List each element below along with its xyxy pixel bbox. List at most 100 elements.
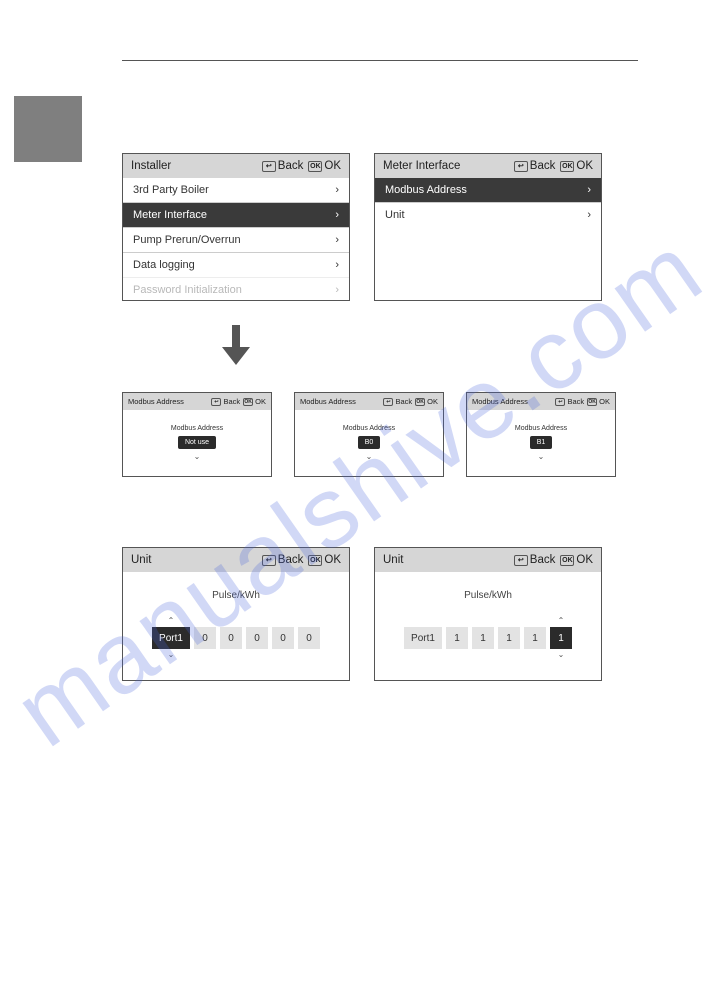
- digit-cell[interactable]: 0: [194, 627, 216, 649]
- digit-cell[interactable]: 1: [498, 627, 520, 649]
- back-label: Back: [567, 397, 584, 406]
- modbus-header: Modbus Address ↩Back OKOK: [295, 393, 443, 410]
- ok-button[interactable]: OKOK: [415, 397, 438, 406]
- list-item[interactable]: Unit ›: [375, 202, 601, 227]
- ok-button[interactable]: OKOK: [560, 554, 593, 566]
- list-item-label: Data logging: [133, 259, 195, 271]
- back-label: Back: [223, 397, 240, 406]
- chevron-down-icon[interactable]: ⌄: [366, 453, 373, 461]
- chevron-down-icon[interactable]: ⌄: [538, 453, 545, 461]
- back-label: Back: [395, 397, 412, 406]
- digit-cell[interactable]: 1: [550, 627, 572, 649]
- back-icon: ↩: [514, 555, 528, 566]
- modbus-value[interactable]: B1: [530, 436, 553, 449]
- port-stepper[interactable]: ⌃ Port1 ⌄: [152, 617, 190, 659]
- meter-interface-panel: Meter Interface ↩ Back OK OK Modbus Addr…: [374, 153, 602, 301]
- installer-header: Installer ↩ Back OK OK: [123, 154, 349, 178]
- digit-cell[interactable]: 1: [524, 627, 546, 649]
- modbus-value[interactable]: B0: [358, 436, 381, 449]
- chevron-right-icon: ›: [335, 234, 339, 246]
- unit-row: Port1 1 1 1 1 ⌃ 1 ⌄: [404, 617, 572, 659]
- modbus-header: Modbus Address ↩Back OKOK: [123, 393, 271, 410]
- chevron-up-icon[interactable]: ⌃: [168, 617, 175, 625]
- list-item[interactable]: 3rd Party Boiler ›: [123, 178, 349, 202]
- page-content: Installer ↩ Back OK OK 3rd Party Boiler …: [0, 0, 718, 721]
- ok-icon: OK: [308, 555, 322, 566]
- back-icon: ↩: [262, 161, 276, 172]
- side-tab: [14, 96, 82, 162]
- digit-cell[interactable]: 0: [272, 627, 294, 649]
- ok-button[interactable]: OK OK: [560, 160, 593, 172]
- back-button[interactable]: ↩Back: [262, 554, 304, 566]
- chevron-right-icon: ›: [335, 284, 339, 296]
- unit-header: Unit ↩Back OKOK: [123, 548, 349, 572]
- ok-icon: OK: [243, 398, 253, 406]
- chevron-right-icon: ›: [587, 184, 591, 196]
- ok-label: OK: [324, 160, 341, 172]
- digit-cell[interactable]: 1: [446, 627, 468, 649]
- ok-button[interactable]: OKOK: [243, 397, 266, 406]
- horizontal-rule: [122, 60, 638, 61]
- modbus-header: Modbus Address ↩Back OKOK: [467, 393, 615, 410]
- digit-cell[interactable]: 0: [298, 627, 320, 649]
- digit-cell[interactable]: 1: [472, 627, 494, 649]
- back-button[interactable]: ↩ Back: [262, 160, 304, 172]
- chevron-right-icon: ›: [335, 259, 339, 271]
- ok-icon: OK: [308, 161, 322, 172]
- back-button[interactable]: ↩Back: [383, 397, 412, 406]
- back-label: Back: [278, 554, 304, 566]
- digit-cell[interactable]: 0: [220, 627, 242, 649]
- chevron-down-icon[interactable]: ⌄: [194, 453, 201, 461]
- digit-stepper[interactable]: ⌃ 1 ⌄: [550, 617, 572, 659]
- back-label: Back: [530, 554, 556, 566]
- chevron-down-icon[interactable]: ⌄: [558, 651, 565, 659]
- chevron-down-icon[interactable]: ⌄: [168, 651, 175, 659]
- back-icon: ↩: [514, 161, 528, 172]
- list-item[interactable]: Modbus Address ›: [375, 178, 601, 202]
- digit-cell[interactable]: 0: [246, 627, 268, 649]
- modbus-title: Modbus Address: [300, 397, 356, 406]
- modbus-body: Modbus Address B0 ⌄: [295, 410, 443, 476]
- list-item-label: Unit: [385, 209, 405, 221]
- back-button[interactable]: ↩Back: [514, 554, 556, 566]
- list-item[interactable]: Pump Prerun/Overrun ›: [123, 227, 349, 252]
- modbus-title: Modbus Address: [128, 397, 184, 406]
- ok-label: OK: [576, 554, 593, 566]
- list-item[interactable]: Meter Interface ›: [123, 202, 349, 227]
- chevron-up-icon[interactable]: ⌃: [558, 617, 565, 625]
- back-button[interactable]: ↩Back: [555, 397, 584, 406]
- list-item-label: Password Initialization: [133, 284, 242, 296]
- back-label: Back: [530, 160, 556, 172]
- unit-label: Pulse/kWh: [212, 590, 260, 601]
- ok-button[interactable]: OKOK: [587, 397, 610, 406]
- unit-panels-row: Unit ↩Back OKOK Pulse/kWh ⌃ Port1 ⌄ 0 0 …: [122, 547, 638, 681]
- header-actions: ↩Back OKOK: [514, 554, 593, 566]
- header-actions: ↩Back OKOK: [555, 397, 610, 406]
- modbus-panel: Modbus Address ↩Back OKOK Modbus Address…: [122, 392, 272, 477]
- port-cell[interactable]: Port1: [404, 627, 442, 649]
- header-actions: ↩Back OKOK: [383, 397, 438, 406]
- unit-label: Pulse/kWh: [464, 590, 512, 601]
- unit-panel-left: Unit ↩Back OKOK Pulse/kWh ⌃ Port1 ⌄ 0 0 …: [122, 547, 350, 681]
- chevron-right-icon: ›: [335, 184, 339, 196]
- meter-header: Meter Interface ↩ Back OK OK: [375, 154, 601, 178]
- back-button[interactable]: ↩Back: [211, 397, 240, 406]
- ok-label: OK: [255, 397, 266, 406]
- port-cell[interactable]: Port1: [152, 627, 190, 649]
- modbus-panel: Modbus Address ↩Back OKOK Modbus Address…: [466, 392, 616, 477]
- list-item-label: Meter Interface: [133, 209, 207, 221]
- list-item-label: 3rd Party Boiler: [133, 184, 209, 196]
- back-button[interactable]: ↩ Back: [514, 160, 556, 172]
- modbus-panels-row: Modbus Address ↩Back OKOK Modbus Address…: [122, 392, 638, 477]
- ok-button[interactable]: OKOK: [308, 554, 341, 566]
- back-label: Back: [278, 160, 304, 172]
- ok-button[interactable]: OK OK: [308, 160, 341, 172]
- modbus-value[interactable]: Not use: [178, 436, 216, 449]
- list-item-label: Modbus Address: [385, 184, 467, 196]
- list-item[interactable]: Data logging ›: [123, 252, 349, 277]
- unit-row: ⌃ Port1 ⌄ 0 0 0 0 0: [152, 617, 320, 659]
- unit-body: Pulse/kWh ⌃ Port1 ⌄ 0 0 0 0 0: [123, 572, 349, 680]
- list-item[interactable]: Password Initialization ›: [123, 277, 349, 300]
- modbus-panel: Modbus Address ↩Back OKOK Modbus Address…: [294, 392, 444, 477]
- unit-header: Unit ↩Back OKOK: [375, 548, 601, 572]
